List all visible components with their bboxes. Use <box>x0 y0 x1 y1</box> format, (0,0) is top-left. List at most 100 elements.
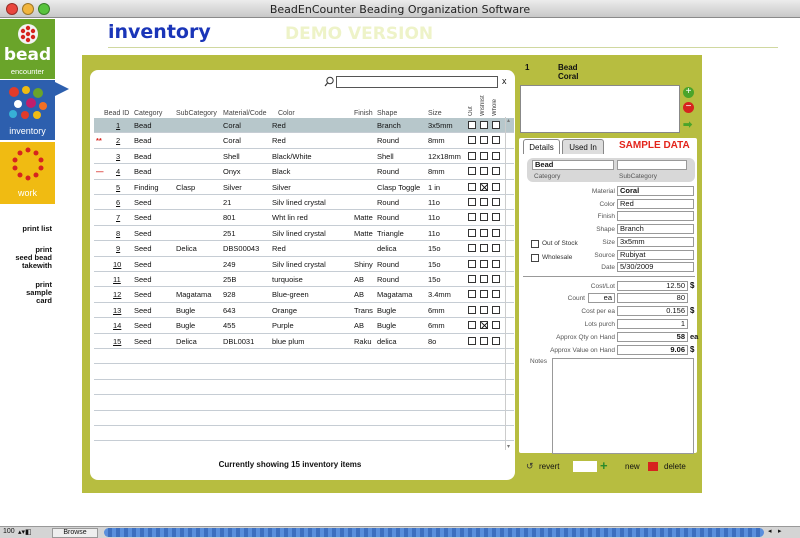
row-bead-id[interactable]: 11 <box>113 275 121 284</box>
row-wishlist-checkbox[interactable] <box>480 244 488 253</box>
row-out-checkbox[interactable] <box>468 259 476 268</box>
row-wishlist-checkbox[interactable] <box>480 275 488 283</box>
row-wishlist-checkbox[interactable] <box>480 151 488 160</box>
source-field[interactable]: Rubiyat <box>617 250 694 260</box>
delete-record-icon[interactable] <box>648 462 658 471</box>
table-row[interactable]: 13 Seed Bugle 643 Orange Trans Bugle 6mm <box>94 303 514 319</box>
row-whole-checkbox[interactable] <box>492 136 500 145</box>
row-whole-checkbox[interactable] <box>492 259 500 268</box>
count-unit-field[interactable]: ea <box>588 293 615 303</box>
row-wishlist-checkbox[interactable] <box>480 198 488 206</box>
row-out-checkbox[interactable] <box>468 136 476 145</box>
row-bead-id[interactable]: 14 <box>113 321 121 330</box>
row-wishlist-checkbox[interactable] <box>480 228 488 237</box>
row-wishlist-checkbox[interactable] <box>480 121 488 129</box>
color-field[interactable]: Red <box>617 199 694 209</box>
out-of-stock-checkbox[interactable] <box>531 240 539 248</box>
row-out-checkbox[interactable] <box>468 275 476 283</box>
revert-button[interactable]: revert <box>539 462 559 471</box>
revert-icon[interactable]: ↺ <box>526 461 534 472</box>
tab-details[interactable]: Details <box>523 139 560 154</box>
scroll-down-arrow[interactable]: ▾ <box>507 443 510 450</box>
row-whole-checkbox[interactable] <box>492 198 500 206</box>
new-record-button[interactable]: new <box>625 462 640 471</box>
table-row[interactable]: 3 Bead Shell Black/White Shell 12x18mm <box>94 149 514 165</box>
row-out-checkbox[interactable] <box>468 121 476 129</box>
scroll-up-arrow[interactable]: ▴ <box>507 117 510 124</box>
row-whole-checkbox[interactable] <box>492 213 500 222</box>
col-header-material[interactable]: Material/Code <box>223 110 267 117</box>
search-input[interactable] <box>336 76 498 88</box>
row-out-checkbox[interactable] <box>468 336 476 345</box>
print-takewith-link[interactable]: print seed bead takewith <box>0 246 52 270</box>
table-row[interactable]: 8 Seed 251 Silv lined crystal Matte Triangle 1… <box>94 226 514 242</box>
material-field[interactable]: Coral <box>617 186 694 196</box>
row-wishlist-checkbox[interactable] <box>480 336 488 345</box>
col-header-wishlist[interactable]: Wishlist <box>480 95 486 116</box>
table-row[interactable]: ** 2 Bead Coral Red Round 8mm <box>94 133 514 149</box>
row-out-checkbox[interactable] <box>468 305 476 314</box>
row-bead-id[interactable]: 5 <box>116 183 120 192</box>
col-header-color[interactable]: Color <box>278 110 295 117</box>
row-bead-id[interactable]: 6 <box>116 198 120 207</box>
row-out-checkbox[interactable] <box>468 228 476 237</box>
row-whole-checkbox[interactable] <box>492 290 500 299</box>
row-bead-id[interactable]: 13 <box>113 306 121 315</box>
scroll-right-arrow[interactable]: ▸ <box>778 527 782 535</box>
row-whole-checkbox[interactable] <box>492 321 500 330</box>
cost-lot-field[interactable]: 12.50 <box>617 281 688 291</box>
lots-purch-field[interactable]: 1 <box>617 319 688 329</box>
new-record-icon[interactable]: + <box>600 458 608 473</box>
row-bead-id[interactable]: 12 <box>113 290 121 299</box>
subcategory-field[interactable] <box>617 160 687 170</box>
row-out-checkbox[interactable] <box>468 198 476 206</box>
cost-per-ea-field[interactable]: 0.156 <box>617 306 688 316</box>
row-whole-checkbox[interactable] <box>492 228 500 237</box>
print-list-link[interactable]: print list <box>0 225 52 233</box>
clear-search-button[interactable]: x <box>502 76 507 86</box>
row-bead-id[interactable]: 10 <box>113 260 121 269</box>
horizontal-scrollbar[interactable] <box>104 528 764 537</box>
wholesale-checkbox[interactable] <box>531 254 539 262</box>
table-row[interactable]: 12 Seed Magatama 928 Blue-green AB Magatama 3.4… <box>94 287 514 303</box>
row-bead-id[interactable]: 1 <box>116 121 120 130</box>
row-bead-id[interactable]: 7 <box>116 213 120 222</box>
col-header-size[interactable]: Size <box>428 110 442 117</box>
row-bead-id[interactable]: 2 <box>116 136 120 145</box>
remove-image-button[interactable]: − <box>683 102 694 113</box>
table-row[interactable]: 9 Seed Delica DBS00043 Red delica 15o <box>94 241 514 257</box>
row-out-checkbox[interactable] <box>468 167 476 176</box>
table-row[interactable]: 7 Seed 801 Wht lin red Matte Round 11o <box>94 210 514 226</box>
category-field[interactable]: Bead <box>532 160 614 170</box>
row-whole-checkbox[interactable] <box>492 336 500 345</box>
row-bead-id[interactable]: 4 <box>116 167 120 176</box>
notes-field[interactable] <box>552 358 694 454</box>
next-image-arrow-icon[interactable]: ➡ <box>683 120 694 131</box>
row-wishlist-checkbox[interactable] <box>480 167 488 176</box>
tab-used-in[interactable]: Used In <box>562 139 604 154</box>
nav-inventory[interactable]: inventory <box>0 80 55 140</box>
row-bead-id[interactable]: 9 <box>116 244 120 253</box>
table-row[interactable]: 10 Seed 249 Silv lined crystal Shiny Round 15o <box>94 257 514 272</box>
row-wishlist-checkbox[interactable] <box>480 259 488 268</box>
row-whole-checkbox[interactable] <box>492 275 500 283</box>
row-out-checkbox[interactable] <box>468 182 476 191</box>
size-field[interactable]: 3x5mm <box>617 237 694 247</box>
col-header-shape[interactable]: Shape <box>377 110 397 117</box>
zoom-controls-icon[interactable]: ▴▾◧ <box>18 528 32 536</box>
bead-image-box[interactable] <box>520 85 680 133</box>
row-bead-id[interactable]: 8 <box>116 229 120 238</box>
col-header-out[interactable]: Out <box>468 96 474 116</box>
table-row[interactable]: 14 Seed Bugle 455 Purple AB Bugle 6mm <box>94 318 514 334</box>
row-wishlist-checkbox[interactable] <box>480 136 488 145</box>
row-out-checkbox[interactable] <box>468 244 476 253</box>
row-whole-checkbox[interactable] <box>492 121 500 129</box>
add-image-button[interactable]: + <box>683 87 694 98</box>
table-row[interactable]: 6 Seed 21 Silv lined crystal Round 11o <box>94 195 514 211</box>
scroll-left-arrow[interactable]: ◂ <box>768 527 772 535</box>
table-row[interactable]: 11 Seed 25B turquoise AB Round 15o <box>94 272 514 288</box>
table-row[interactable]: 5 Finding Clasp Silver Silver Clasp Toggle 1 i… <box>94 180 514 195</box>
row-wishlist-checkbox[interactable] <box>480 213 488 222</box>
row-wishlist-checkbox[interactable] <box>480 290 488 299</box>
col-header-id[interactable]: Bead ID <box>104 110 129 117</box>
